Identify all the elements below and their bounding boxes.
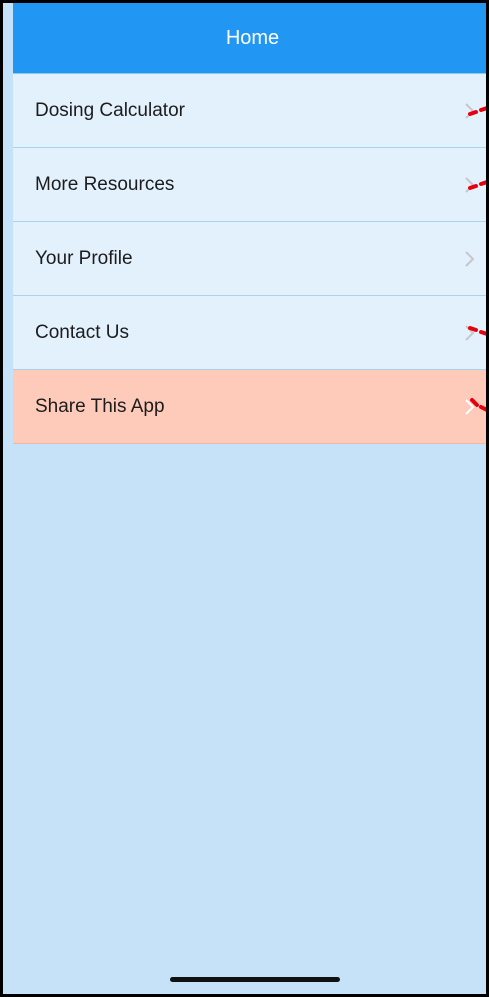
annotation-marker-icon [470, 398, 486, 412]
menu-item-label: Dosing Calculator [35, 99, 185, 121]
menu-item-contact-us[interactable]: Contact Us [13, 296, 486, 370]
menu-item-more-resources[interactable]: More Resources [13, 148, 486, 222]
menu-item-label: More Resources [35, 173, 175, 195]
annotation-marker-icon [468, 326, 486, 336]
menu-item-label: Share This App [35, 395, 165, 417]
menu-item-label: Contact Us [35, 321, 129, 343]
app-screen: Home Dosing Calculator More Resources Yo… [13, 3, 486, 994]
menu-item-your-profile[interactable]: Your Profile [13, 222, 486, 296]
menu-item-dosing-calculator[interactable]: Dosing Calculator [13, 74, 486, 148]
menu-item-label: Your Profile [35, 247, 133, 269]
annotation-marker-icon [468, 180, 486, 190]
phone-frame: Home Dosing Calculator More Resources Yo… [0, 0, 489, 997]
menu-item-share-this-app[interactable]: Share This App [13, 370, 486, 444]
nav-bar: Home [13, 3, 486, 74]
chevron-right-icon [465, 250, 475, 267]
home-indicator[interactable] [170, 977, 340, 982]
page-title: Home [225, 26, 280, 49]
annotation-marker-icon [468, 106, 486, 116]
